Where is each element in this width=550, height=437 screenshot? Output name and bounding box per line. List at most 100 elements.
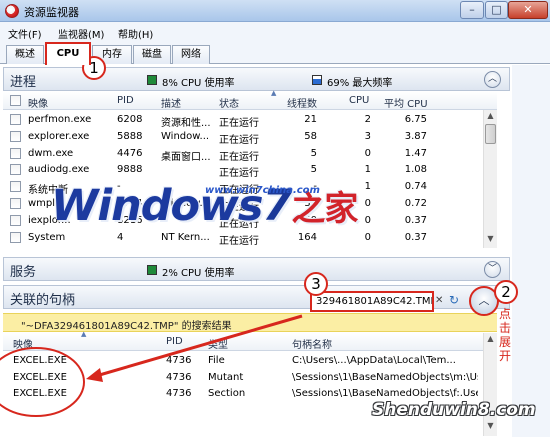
table-row[interactable]: audiodg.exe 9888 正在运行 5 1 1.08 (3, 162, 497, 179)
services-title: 服务 (10, 265, 37, 280)
col-handle-pid[interactable]: PID (166, 336, 183, 347)
cell-status: 正在运行 (219, 151, 259, 163)
col-pid[interactable]: PID (117, 95, 134, 106)
tab-strip: 概述 CPU 内存 磁盘 网络 (0, 42, 550, 65)
table-row[interactable]: explorer.exe 5888 Window... 正在运行 58 3 3.87 (3, 129, 497, 146)
select-all-checkbox[interactable] (10, 95, 21, 106)
handle-cell-handle-name: C:\Users\...\AppData\Local\Tem... (292, 355, 456, 366)
chevron-down-icon[interactable]: ﹀ (484, 261, 501, 278)
refresh-icon[interactable]: ↻ (449, 293, 463, 307)
col-status[interactable]: 状态 (219, 95, 239, 110)
col-cpu[interactable]: CPU (349, 95, 369, 106)
col-handle-type[interactable]: 类型 (208, 336, 228, 351)
handles-scrollbar[interactable]: ▲ ▼ (483, 333, 497, 436)
cell-image: dwm.exe (28, 147, 74, 159)
cpu-usage-swatch (147, 75, 157, 85)
cell-pid: 9888 (117, 164, 143, 176)
cell-avg-cpu: 3.87 (404, 130, 427, 142)
sort-indicator-icon: ▲ (271, 89, 277, 97)
tab-network[interactable]: 网络 (172, 45, 210, 64)
cell-description: NT Kern... (161, 231, 210, 243)
scroll-thumb[interactable] (485, 124, 496, 144)
handles-sort-indicator-icon: ▲ (81, 330, 87, 338)
services-cpu-swatch (147, 265, 157, 275)
processes-cpu-usage: 8% CPU 使用率 (162, 78, 235, 89)
tab-overview[interactable]: 概述 (6, 45, 44, 64)
processes-header[interactable]: 进程 8% CPU 使用率 69% 最大频率 ︿ (3, 67, 510, 91)
table-row[interactable]: EXCEL.EXE 4736 Mutant \Sessions\1\BaseNamed… (3, 370, 497, 386)
handle-cell-type: File (208, 355, 225, 366)
table-row[interactable]: EXCEL.EXE 4736 File C:\Users\...\AppData\Lo… (3, 353, 497, 369)
cell-pid: 4 (117, 231, 124, 243)
col-avg-cpu[interactable]: 平均 CPU (384, 95, 428, 110)
handle-cell-pid: 4736 (166, 388, 192, 399)
process-checkbox[interactable] (10, 231, 21, 243)
cell-threads: 21 (304, 114, 317, 125)
menu-monitor[interactable]: 监视器(M) (58, 26, 104, 41)
col-description[interactable]: 描述 (161, 95, 181, 110)
col-threads[interactable]: 线程数 (287, 95, 317, 110)
cell-image: System (28, 231, 66, 243)
processes-scrollbar[interactable]: ▲ ▼ (483, 110, 497, 248)
cell-description: 桌面窗口... (161, 151, 211, 163)
process-checkbox[interactable] (10, 214, 21, 226)
processes-title: 进程 (10, 75, 37, 90)
right-graph-pane (512, 65, 550, 437)
cell-status: 正在运行 (219, 235, 259, 247)
handle-search-input[interactable]: 329461801A89C42.TMP (310, 291, 434, 312)
process-checkbox[interactable] (10, 164, 21, 176)
cell-status: 正在运行 (219, 118, 259, 129)
tab-disk[interactable]: 磁盘 (133, 45, 171, 64)
scroll-down-icon[interactable]: ▼ (485, 234, 496, 246)
process-checkbox[interactable] (10, 147, 21, 159)
cell-pid: 4476 (117, 147, 143, 159)
close-button[interactable]: ✕ (508, 1, 548, 19)
handles-scroll-up-icon[interactable]: ▲ (485, 334, 496, 346)
handles-column-header: 映像 ▲ PID 类型 句柄名称 (3, 330, 497, 351)
col-handle-image[interactable]: 映像 (13, 336, 33, 351)
col-image[interactable]: 映像 (28, 95, 48, 110)
search-results-text: "~DFA329461801A89C42.TMP" 的搜索结果 (21, 321, 232, 332)
cell-avg-cpu: 0.37 (404, 231, 427, 243)
title-bar: 资源监视器 – □ ✕ (0, 0, 550, 22)
cell-avg-cpu: 6.75 (404, 114, 427, 125)
tab-cpu[interactable]: CPU (45, 42, 91, 65)
cell-status: 正在运行 (219, 134, 259, 146)
cell-image: perfmon.exe (28, 114, 92, 125)
close-icon[interactable]: ✕ (435, 295, 447, 306)
handle-cell-type: Mutant (208, 371, 244, 383)
process-checkbox[interactable] (10, 114, 21, 125)
search-results-banner: "~DFA329461801A89C42.TMP" 的搜索结果 (3, 313, 497, 332)
process-checkbox[interactable] (10, 198, 21, 209)
handles-title: 关联的句柄 (10, 293, 76, 308)
handles-scroll-down-icon[interactable]: ▼ (485, 421, 496, 433)
max-freq-swatch (312, 75, 322, 85)
scroll-up-icon[interactable]: ▲ (485, 111, 496, 123)
minimize-button[interactable]: – (460, 1, 484, 19)
cell-image: audiodg.exe (28, 164, 90, 176)
table-row[interactable]: System 4 NT Kern... 正在运行 164 0 0.37 (3, 230, 497, 247)
callout-3: 3 (304, 272, 328, 296)
cell-avg-cpu: 1.47 (404, 147, 427, 159)
cell-avg-cpu: 1.08 (404, 164, 427, 176)
process-checkbox[interactable] (10, 181, 21, 193)
menu-help[interactable]: 帮助(H) (118, 26, 153, 41)
cell-description: Window... (161, 130, 210, 142)
cell-cpu: 0 (364, 231, 371, 243)
window-title: 资源监视器 (24, 6, 79, 19)
cell-cpu: 2 (364, 114, 371, 125)
resource-monitor-icon (5, 4, 19, 18)
cell-threads: 58 (304, 130, 317, 142)
maximize-button[interactable]: □ (485, 1, 508, 19)
services-header[interactable]: 服务 2% CPU 使用率 ﹀ (3, 257, 510, 281)
click-expand-note: 点击展开 (498, 307, 511, 363)
col-handle-name[interactable]: 句柄名称 (292, 336, 332, 351)
handle-cell-type: Section (208, 388, 246, 399)
handle-cell-image: EXCEL.EXE (13, 371, 67, 383)
callout-2: 2 (494, 280, 518, 304)
table-row[interactable]: perfmon.exe 6208 资源和性... 正在运行 21 2 6.75 (3, 112, 497, 129)
menu-file[interactable]: 文件(F) (8, 26, 42, 41)
process-checkbox[interactable] (10, 130, 21, 142)
table-row[interactable]: dwm.exe 4476 桌面窗口... 正在运行 5 0 1.47 (3, 146, 497, 163)
chevron-up-icon[interactable]: ︿ (484, 71, 501, 88)
